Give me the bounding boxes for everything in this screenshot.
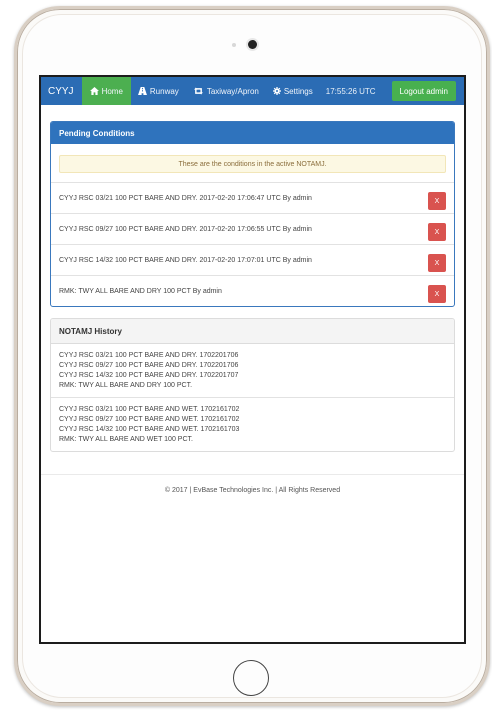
delete-condition-button[interactable]: X — [428, 254, 446, 272]
main-content: Pending Conditions These are the conditi… — [41, 105, 464, 452]
nav-taxiway-label: Taxiway/Apron — [206, 86, 259, 96]
condition-row: CYYJ RSC 03/21 100 PCT BARE AND DRY. 201… — [51, 182, 454, 213]
history-line: CYYJ RSC 14/32 100 PCT BARE AND DRY. 170… — [59, 372, 239, 379]
condition-text: CYYJ RSC 09/27 100 PCT BARE AND DRY. 201… — [59, 225, 312, 233]
nav-runway-label: Runway — [149, 86, 179, 96]
road-icon — [137, 87, 147, 95]
active-notam-alert: These are the conditions in the active N… — [59, 155, 446, 173]
notam-history-title: NOTAMJ History — [51, 319, 454, 344]
home-icon — [89, 87, 99, 95]
delete-condition-button[interactable]: X — [428, 285, 446, 303]
pending-conditions-panel: Pending Conditions These are the conditi… — [50, 121, 455, 307]
notam-history-panel: NOTAMJ History CYYJ RSC 03/21 100 PCT BA… — [50, 318, 455, 452]
nav-settings-label: Settings — [283, 86, 313, 96]
condition-text: CYYJ RSC 03/21 100 PCT BARE AND DRY. 201… — [59, 194, 312, 202]
utc-clock: 17:55:26 UTC — [325, 86, 376, 96]
condition-row: CYYJ RSC 09/27 100 PCT BARE AND DRY. 201… — [51, 213, 454, 244]
history-entry: CYYJ RSC 03/21 100 PCT BARE AND DRY. 170… — [51, 344, 454, 397]
pending-conditions-title: Pending Conditions — [51, 122, 454, 144]
brand-link[interactable]: CYYJ — [41, 77, 82, 105]
camera — [248, 40, 257, 49]
delete-condition-button[interactable]: X — [428, 223, 446, 241]
condition-row: RMK: TWY ALL BARE AND DRY 100 PCT By adm… — [51, 275, 454, 306]
condition-text: RMK: TWY ALL BARE AND DRY 100 PCT By adm… — [59, 287, 222, 295]
history-line: CYYJ RSC 03/21 100 PCT BARE AND WET. 170… — [59, 406, 240, 413]
nav-home[interactable]: Home — [81, 77, 131, 105]
delete-condition-button[interactable]: X — [428, 192, 446, 210]
retweet-icon — [193, 87, 204, 95]
history-line: CYYJ RSC 14/32 100 PCT BARE AND WET. 170… — [59, 426, 240, 433]
navbar: CYYJ Home Runway Taxiway/Apron Settings — [41, 77, 464, 105]
nav-taxiway[interactable]: Taxiway/Apron — [186, 77, 266, 105]
history-entry: CYYJ RSC 03/21 100 PCT BARE AND WET. 170… — [51, 397, 454, 451]
history-line: CYYJ RSC 09/27 100 PCT BARE AND WET. 170… — [59, 416, 240, 423]
gear-icon — [272, 87, 281, 95]
condition-row: CYYJ RSC 14/32 100 PCT BARE AND DRY. 201… — [51, 244, 454, 275]
footer-text: © 2017 | EvBase Technologies Inc. | All … — [164, 487, 341, 494]
history-line: RMK: TWY ALL BARE AND DRY 100 PCT. — [59, 382, 193, 389]
logout-button[interactable]: Logout admin — [391, 81, 456, 101]
home-hardware-button[interactable] — [233, 660, 269, 696]
nav-settings[interactable]: Settings — [266, 77, 320, 105]
condition-text: CYYJ RSC 14/32 100 PCT BARE AND DRY. 201… — [59, 256, 312, 264]
nav-runway[interactable]: Runway — [131, 77, 186, 105]
sensor-dot — [232, 43, 236, 47]
history-line: CYYJ RSC 09/27 100 PCT BARE AND DRY. 170… — [59, 362, 239, 369]
screen: CYYJ Home Runway Taxiway/Apron Settings — [39, 75, 466, 644]
nav-home-label: Home — [101, 86, 123, 96]
history-line: RMK: TWY ALL BARE AND WET 100 PCT. — [59, 436, 193, 443]
history-line: CYYJ RSC 03/21 100 PCT BARE AND DRY. 170… — [59, 352, 239, 359]
